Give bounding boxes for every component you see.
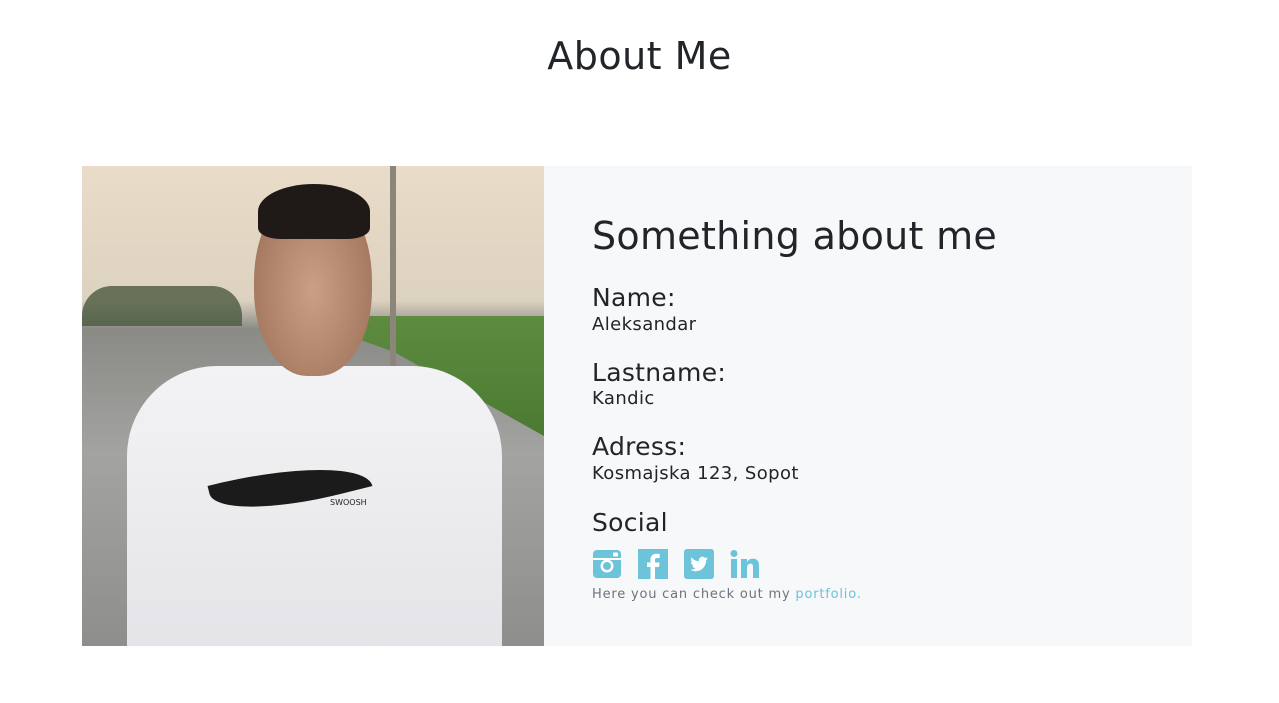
name-value: Aleksandar (592, 313, 697, 335)
shirt-print: SWOOSH (330, 498, 367, 507)
instagram-icon[interactable] (592, 549, 622, 579)
page-title: About Me (547, 34, 732, 78)
portfolio-note-text: Here you can check out my (592, 586, 791, 602)
facebook-icon[interactable] (638, 548, 668, 579)
linkedin-icon[interactable] (730, 549, 760, 579)
social-icons (592, 548, 1192, 579)
social-label: Social (592, 507, 668, 537)
lastname-label: Lastname: (592, 357, 727, 387)
portfolio-link[interactable]: portfolio. (795, 587, 861, 602)
name-label: Name: (592, 283, 676, 312)
about-info: Something about me Name: Aleksandar Last… (544, 166, 1192, 646)
portfolio-note: Here you can check out my portfolio. (592, 587, 1192, 602)
address-label: Adress: (592, 432, 687, 461)
twitter-icon[interactable] (684, 548, 714, 579)
lastname-value: Kandic (592, 388, 655, 409)
about-card: SWOOSH Something about me Name: Aleksand… (82, 166, 1192, 646)
profile-photo: SWOOSH (82, 166, 544, 646)
address-value: Kosmajska 123, Sopot (592, 462, 799, 484)
section-heading: Something about me (592, 214, 998, 258)
